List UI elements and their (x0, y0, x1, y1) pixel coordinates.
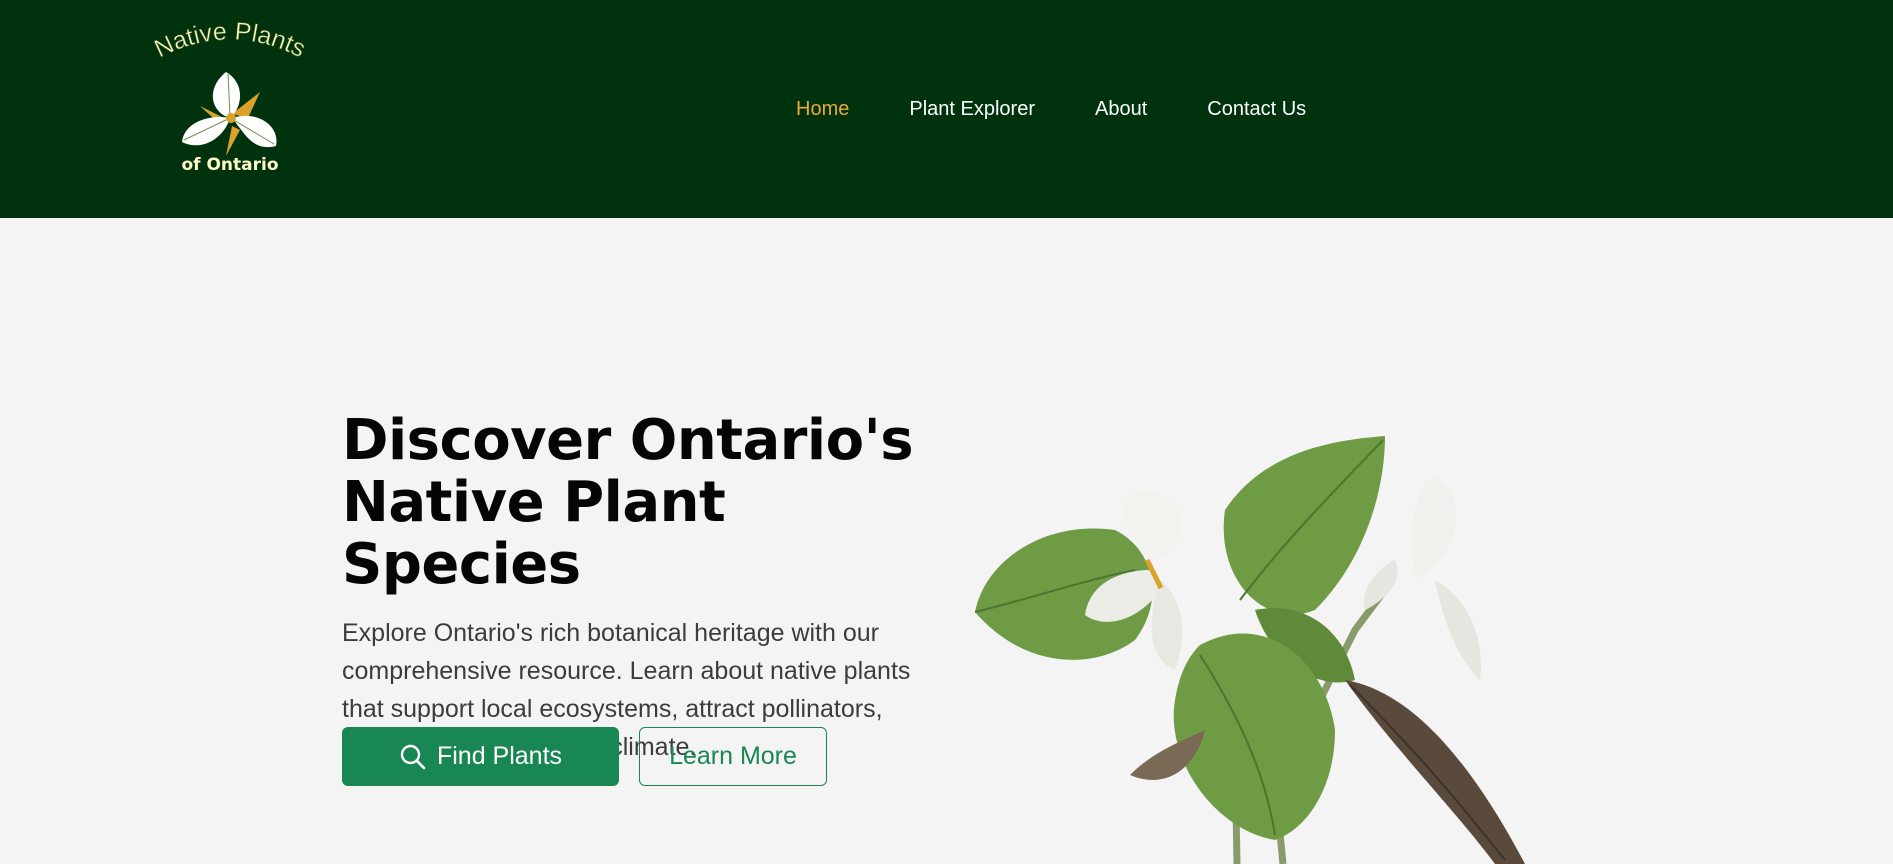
hero-section: Discover Ontario's Native Plant Species … (342, 410, 942, 766)
nav-link-home[interactable]: Home (796, 96, 849, 122)
main-nav: Home Plant Explorer About Contact Us (796, 96, 1366, 122)
svg-text:Native Plants: Native Plants (150, 22, 310, 63)
nav-link-plant-explorer[interactable]: Plant Explorer (909, 96, 1035, 122)
hero-title-line1: Discover Ontario's (342, 408, 914, 473)
find-plants-button[interactable]: Find Plants (342, 727, 619, 786)
learn-more-label: Learn More (669, 742, 797, 770)
nav-link-contact-us[interactable]: Contact Us (1207, 96, 1306, 122)
site-logo[interactable]: Native Plants of Ontario (140, 22, 320, 192)
logo-title-text: Native Plants (150, 22, 311, 64)
nav-link-about[interactable]: About (1095, 96, 1147, 122)
search-icon (400, 744, 426, 769)
hero-title: Discover Ontario's Native Plant Species (342, 410, 942, 596)
learn-more-button[interactable]: Learn More (639, 727, 827, 786)
site-header: Native Plants of Ontario Home Plant Expl… (0, 0, 1893, 218)
hero-title-line2: Native Plant Species (342, 470, 726, 597)
logo-subtitle: of Ontario (181, 155, 279, 175)
trillium-plant-illustration (974, 436, 1525, 864)
find-plants-label: Find Plants (436, 742, 563, 770)
